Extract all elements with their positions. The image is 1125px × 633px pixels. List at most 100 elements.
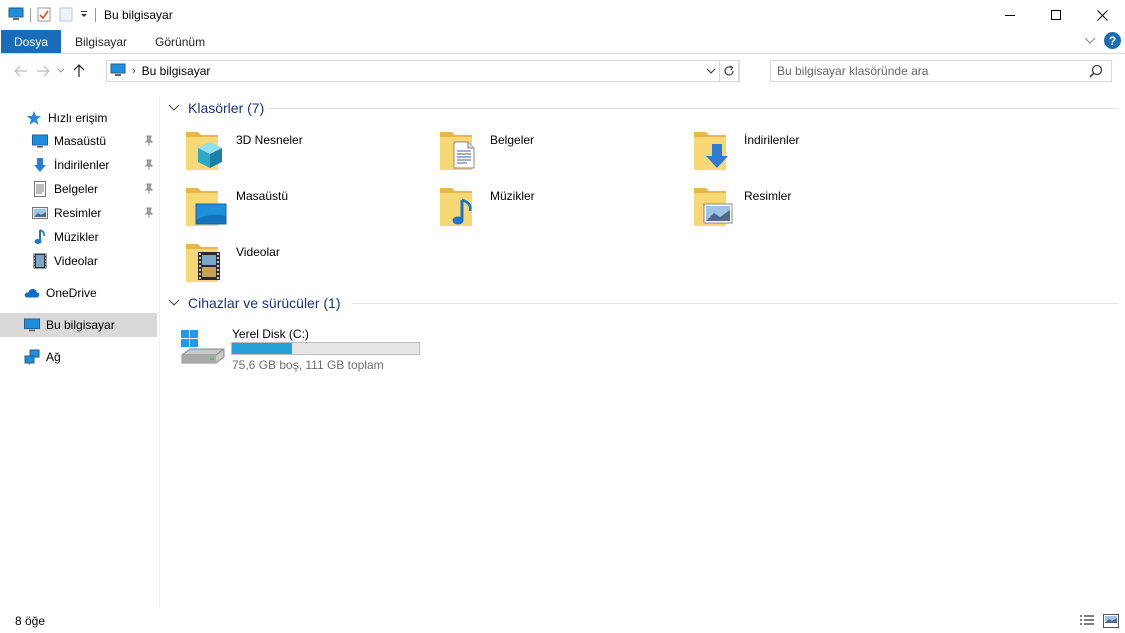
network-icon bbox=[24, 349, 40, 365]
folder-label: Masaüstü bbox=[236, 189, 289, 203]
folder-downloads[interactable]: İndirilenler bbox=[692, 126, 942, 180]
folder-videos[interactable]: Videolar bbox=[184, 238, 434, 292]
up-button[interactable] bbox=[68, 60, 90, 82]
window-title: Bu bilgisayar bbox=[104, 8, 173, 22]
address-history-button[interactable] bbox=[704, 61, 718, 81]
properties-icon[interactable] bbox=[37, 6, 51, 25]
forward-button[interactable] bbox=[32, 60, 54, 82]
item-count: 8 öğe bbox=[15, 613, 46, 628]
sidebar-item-downloads[interactable]: İndirilenler bbox=[0, 153, 157, 177]
chevron-down-icon bbox=[57, 68, 65, 73]
folder-music[interactable]: Müzikler bbox=[438, 182, 688, 236]
refresh-button[interactable] bbox=[719, 60, 739, 82]
customize-toolbar-icon[interactable] bbox=[79, 8, 89, 22]
group-title: Klasörler (7) bbox=[188, 100, 265, 116]
folder-label: Belgeler bbox=[490, 133, 535, 147]
breadcrumb-chevron-icon[interactable]: › bbox=[132, 65, 136, 77]
film-icon bbox=[32, 253, 48, 269]
star-icon bbox=[26, 110, 42, 126]
details-view-icon[interactable] bbox=[1079, 614, 1095, 631]
download-arrow-icon bbox=[32, 157, 48, 173]
pin-icon[interactable] bbox=[144, 159, 154, 174]
folder-label: Müzikler bbox=[490, 189, 535, 203]
pin-icon[interactable] bbox=[144, 135, 154, 150]
downloads-folder-icon bbox=[692, 126, 740, 174]
back-button[interactable] bbox=[10, 60, 32, 82]
tab-computer[interactable]: Bilgisayar bbox=[61, 30, 141, 53]
folder-3d-objects[interactable]: 3D Nesneler bbox=[184, 126, 434, 180]
content-pane: Klasörler (7) 3D Nesneler Belgeler İndir… bbox=[162, 96, 1125, 608]
computer-icon bbox=[24, 317, 40, 333]
tab-file[interactable]: Dosya bbox=[1, 30, 62, 53]
sidebar-item-label: Hızlı erişim bbox=[48, 111, 108, 125]
drive-usage-bar bbox=[231, 342, 420, 355]
arrow-up-icon bbox=[73, 64, 85, 77]
documents-folder-icon bbox=[438, 126, 486, 174]
title-bar: Bu bilgisayar bbox=[0, 0, 1125, 30]
folder-documents[interactable]: Belgeler bbox=[438, 126, 688, 180]
sidebar-item-label: Müzikler bbox=[54, 230, 99, 244]
folder-label: İndirilenler bbox=[744, 133, 800, 147]
navigation-pane: Hızlı erişim Masaüstü İndirilenler Belge… bbox=[0, 96, 160, 608]
arrow-left-icon bbox=[14, 65, 27, 77]
ribbon-tabs: Dosya Bilgisayar Görünüm ? bbox=[0, 30, 1125, 54]
sidebar-item-quick-access[interactable]: Hızlı erişim bbox=[0, 106, 157, 130]
chevron-down-icon[interactable] bbox=[168, 104, 182, 112]
sidebar-item-onedrive[interactable]: OneDrive bbox=[0, 281, 157, 305]
quick-access-toolbar: Bu bilgisayar bbox=[0, 0, 173, 30]
drive-usage-fill bbox=[232, 343, 292, 354]
videos-folder-icon bbox=[184, 238, 232, 286]
cloud-icon bbox=[24, 285, 40, 301]
drive-local-disk-c[interactable]: Yerel Disk (C:) 75,6 GB boş, 111 GB topl… bbox=[178, 326, 478, 374]
sidebar-item-label: İndirilenler bbox=[54, 158, 110, 172]
picture-icon bbox=[32, 205, 48, 221]
hard-drive-icon bbox=[180, 329, 226, 370]
close-button[interactable] bbox=[1079, 0, 1125, 30]
sidebar-item-this-pc[interactable]: Bu bilgisayar bbox=[0, 313, 157, 337]
music-note-icon bbox=[32, 229, 48, 245]
pin-icon[interactable] bbox=[144, 207, 154, 222]
folder-label: Resimler bbox=[744, 189, 792, 203]
breadcrumb-this-pc[interactable]: Bu bilgisayar bbox=[142, 64, 211, 78]
view-buttons bbox=[1079, 614, 1119, 631]
new-folder-icon[interactable] bbox=[59, 6, 73, 25]
window-controls bbox=[987, 0, 1125, 30]
drive-details: 75,6 GB boş, 111 GB toplam bbox=[232, 358, 384, 372]
sidebar-item-videos[interactable]: Videolar bbox=[0, 249, 157, 273]
maximize-button[interactable] bbox=[1033, 0, 1079, 30]
address-bar[interactable]: › Bu bilgisayar bbox=[106, 60, 740, 82]
desktop-icon bbox=[32, 133, 48, 149]
computer-icon bbox=[110, 63, 126, 80]
navigation-bar: › Bu bilgisayar Bu bilgisayar klasöründe… bbox=[0, 56, 1125, 86]
sidebar-item-label: OneDrive bbox=[46, 286, 97, 300]
recent-locations-button[interactable] bbox=[54, 60, 68, 82]
sidebar-item-desktop[interactable]: Masaüstü bbox=[0, 129, 157, 153]
group-header-devices[interactable]: Cihazlar ve sürücüler (1) bbox=[168, 292, 1118, 314]
sidebar-item-label: Masaüstü bbox=[54, 134, 107, 148]
chevron-down-icon[interactable] bbox=[168, 299, 182, 307]
sidebar-item-label: Resimler bbox=[54, 206, 102, 220]
sidebar-item-label: Bu bilgisayar bbox=[46, 318, 115, 332]
sidebar-item-documents[interactable]: Belgeler bbox=[0, 177, 157, 201]
pin-icon[interactable] bbox=[144, 183, 154, 198]
sidebar-item-music[interactable]: Müzikler bbox=[0, 225, 157, 249]
search-icon[interactable] bbox=[1089, 64, 1103, 81]
3d-objects-folder-icon bbox=[184, 126, 232, 174]
folder-desktop[interactable]: Masaüstü bbox=[184, 182, 434, 236]
tab-view[interactable]: Görünüm bbox=[141, 30, 219, 53]
sidebar-item-label: Belgeler bbox=[54, 182, 99, 196]
help-button[interactable]: ? bbox=[1104, 32, 1121, 49]
folder-pictures[interactable]: Resimler bbox=[692, 182, 942, 236]
minimize-button[interactable] bbox=[987, 0, 1033, 30]
computer-icon bbox=[8, 7, 24, 24]
sidebar-item-label: Videolar bbox=[54, 254, 98, 268]
chevron-down-icon bbox=[706, 68, 716, 74]
sidebar-item-network[interactable]: Ağ bbox=[0, 345, 157, 369]
document-icon bbox=[32, 181, 48, 197]
search-box[interactable]: Bu bilgisayar klasöründe ara bbox=[770, 60, 1112, 82]
group-header-folders[interactable]: Klasörler (7) bbox=[168, 97, 1118, 119]
folder-label: 3D Nesneler bbox=[236, 133, 303, 147]
sidebar-item-pictures[interactable]: Resimler bbox=[0, 201, 157, 225]
large-icons-view-icon[interactable] bbox=[1103, 614, 1119, 631]
expand-ribbon-icon[interactable] bbox=[1084, 34, 1096, 48]
